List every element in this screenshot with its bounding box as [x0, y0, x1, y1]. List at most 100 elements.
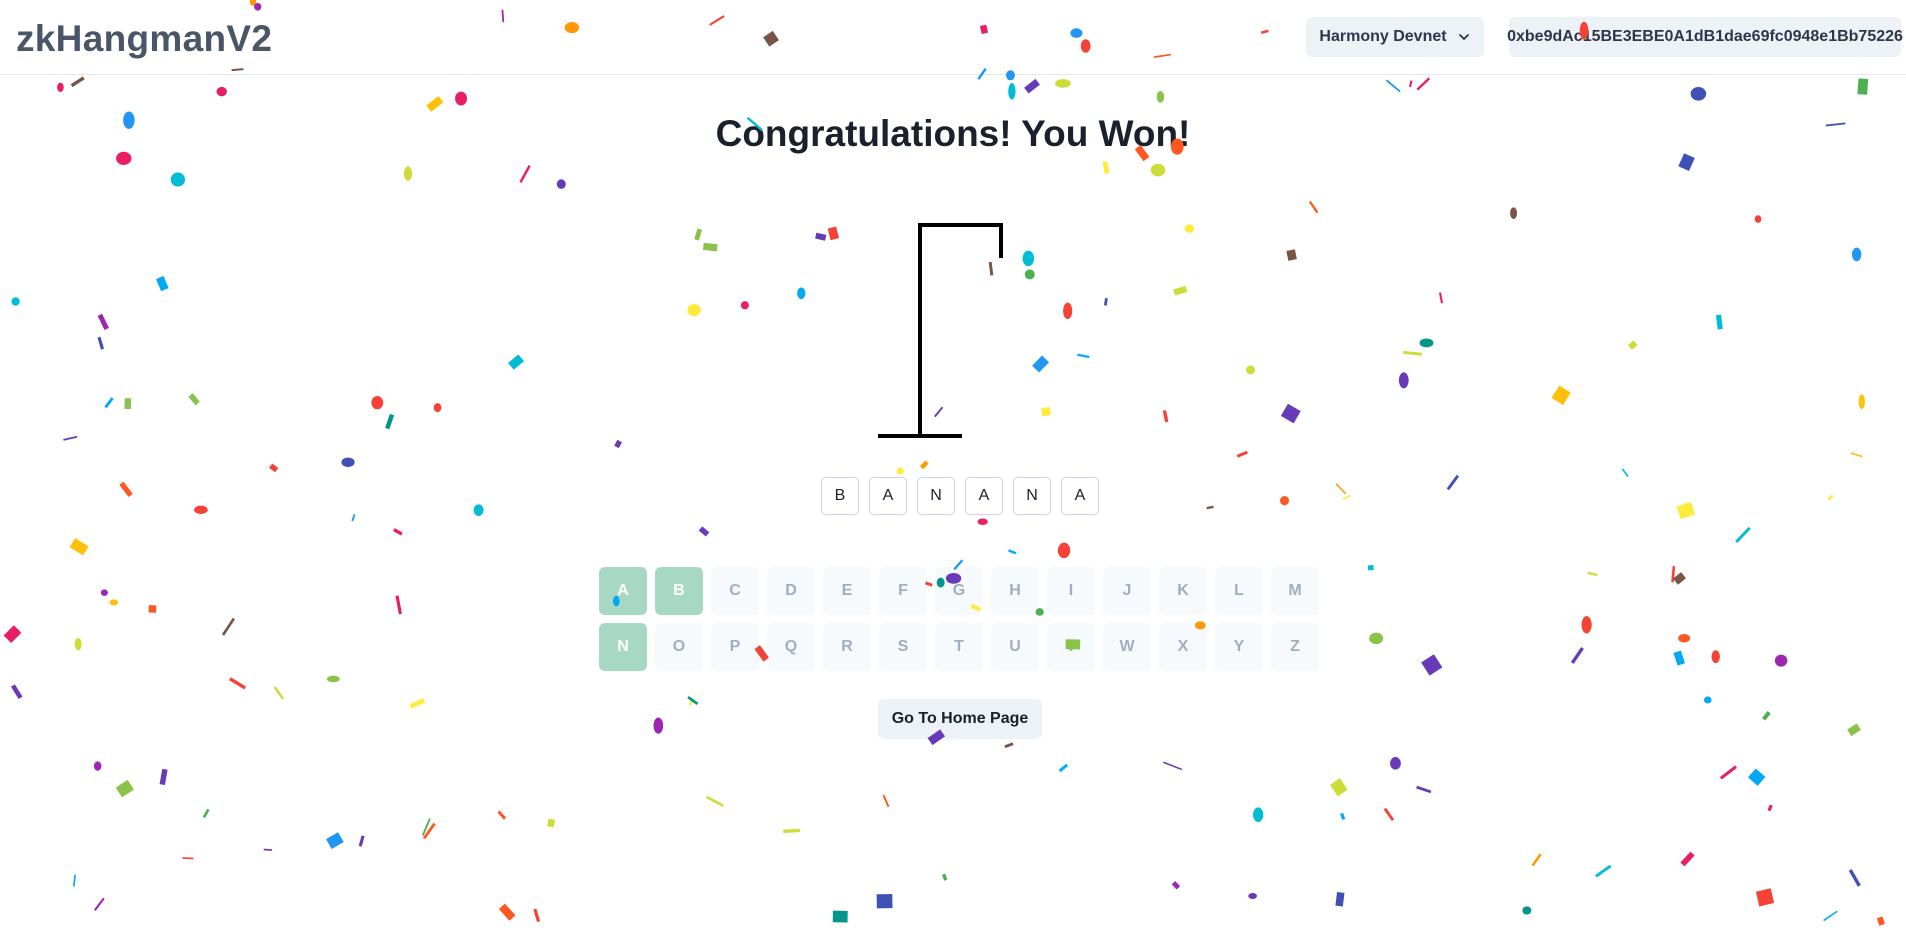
- confetti-piece: [1342, 494, 1351, 501]
- confetti-piece: [508, 354, 525, 370]
- key-r[interactable]: R: [823, 623, 871, 671]
- confetti-piece: [188, 393, 200, 406]
- confetti-piece: [882, 794, 890, 808]
- network-selector-button[interactable]: Harmony Devnet: [1306, 17, 1484, 57]
- confetti-piece: [263, 848, 273, 851]
- confetti-piece: [63, 435, 78, 441]
- confetti-piece: [371, 396, 384, 410]
- confetti-piece: [170, 172, 186, 187]
- confetti-piece: [653, 717, 664, 734]
- word-letter-box: A: [1061, 477, 1099, 515]
- confetti-piece: [148, 605, 157, 613]
- confetti-piece: [1335, 891, 1345, 907]
- confetti-piece: [1711, 650, 1720, 664]
- word-letter-box: A: [965, 477, 1003, 515]
- word-letter-box: A: [869, 477, 907, 515]
- confetti-piece: [1416, 77, 1431, 91]
- confetti-piece: [124, 398, 132, 410]
- key-c[interactable]: C: [711, 567, 759, 615]
- key-o[interactable]: O: [655, 623, 703, 671]
- confetti-piece: [1340, 812, 1346, 820]
- confetti-piece: [1416, 785, 1432, 794]
- confetti-piece: [1858, 394, 1865, 410]
- key-v[interactable]: V: [1047, 623, 1095, 671]
- go-home-button[interactable]: Go To Home Page: [878, 699, 1042, 739]
- confetti-piece: [93, 897, 105, 911]
- confetti-piece: [403, 166, 413, 181]
- confetti-piece: [1762, 710, 1771, 721]
- key-d[interactable]: D: [767, 567, 815, 615]
- confetti-piece: [1857, 78, 1869, 95]
- confetti-piece: [273, 686, 285, 700]
- key-x[interactable]: X: [1159, 623, 1207, 671]
- key-a[interactable]: A: [599, 567, 647, 615]
- key-j[interactable]: J: [1103, 567, 1151, 615]
- key-q[interactable]: Q: [767, 623, 815, 671]
- confetti-piece: [1058, 763, 1069, 773]
- confetti-piece: [1715, 314, 1723, 330]
- key-e[interactable]: E: [823, 567, 871, 615]
- confetti-piece: [1774, 654, 1788, 667]
- confetti-piece: [358, 835, 365, 847]
- confetti-piece: [694, 228, 703, 241]
- key-n[interactable]: N: [599, 623, 647, 671]
- confetti-piece: [1280, 403, 1301, 424]
- confetti-piece: [341, 457, 355, 468]
- key-m[interactable]: M: [1271, 567, 1319, 615]
- confetti-piece: [421, 818, 431, 836]
- confetti-piece: [1678, 153, 1695, 172]
- confetti-piece: [1551, 385, 1571, 406]
- confetti-piece: [815, 232, 827, 241]
- key-l[interactable]: L: [1215, 567, 1263, 615]
- game-result-title: Congratulations! You Won!: [715, 113, 1191, 154]
- confetti-piece: [1680, 851, 1695, 867]
- confetti-piece: [1735, 526, 1751, 543]
- wallet-address-button[interactable]: 0xbe9dAc15BE3EBE0A1dB1dae69fc0948e1Bb752…: [1507, 17, 1903, 57]
- confetti-piece: [182, 857, 194, 860]
- confetti-piece: [1848, 869, 1861, 887]
- key-b[interactable]: B: [655, 567, 703, 615]
- confetti-piece: [1102, 161, 1110, 174]
- confetti-piece: [1690, 87, 1707, 101]
- key-y[interactable]: Y: [1215, 623, 1263, 671]
- key-s[interactable]: S: [879, 623, 927, 671]
- confetti-piece: [533, 908, 541, 923]
- key-g[interactable]: G: [935, 567, 983, 615]
- confetti-piece: [10, 684, 23, 699]
- key-i[interactable]: I: [1047, 567, 1095, 615]
- confetti-piece: [1246, 365, 1255, 375]
- word-letter-box: N: [1013, 477, 1051, 515]
- confetti-piece: [1335, 483, 1347, 495]
- confetti-piece: [155, 275, 169, 292]
- key-k[interactable]: K: [1159, 567, 1207, 615]
- confetti-piece: [1510, 207, 1518, 219]
- confetti-piece: [57, 82, 64, 92]
- confetti-piece: [698, 526, 710, 537]
- confetti-piece: [1103, 297, 1108, 306]
- confetti-piece: [1253, 807, 1264, 823]
- key-f[interactable]: F: [879, 567, 927, 615]
- key-t[interactable]: T: [935, 623, 983, 671]
- confetti-piece: [269, 463, 279, 473]
- confetti-piece: [1531, 853, 1542, 867]
- confetti-piece: [1587, 571, 1598, 577]
- app-header: zkHangmanV2 Harmony Devnet 0xbe9dAc15BE3…: [0, 0, 1906, 75]
- chevron-down-icon: [1458, 34, 1469, 40]
- confetti-piece: [1408, 80, 1413, 88]
- confetti-piece: [1703, 696, 1712, 704]
- network-label: Harmony Devnet: [1319, 28, 1447, 45]
- confetti-piece: [1754, 215, 1762, 223]
- key-u[interactable]: U: [991, 623, 1039, 671]
- key-p[interactable]: P: [711, 623, 759, 671]
- confetti-piece: [688, 698, 695, 706]
- confetti-piece: [1077, 353, 1090, 359]
- key-w[interactable]: W: [1103, 623, 1151, 671]
- confetti-piece: [74, 637, 82, 651]
- confetti-piece: [1719, 765, 1737, 780]
- confetti-piece: [216, 86, 227, 97]
- key-z[interactable]: Z: [1271, 623, 1319, 671]
- letter-keyboard: ABCDEFGHIJKLM NOPQRSTUVWXYZ: [599, 567, 1319, 679]
- key-h[interactable]: H: [991, 567, 1039, 615]
- word-display: BANANA: [821, 477, 1099, 515]
- confetti-piece: [97, 336, 105, 350]
